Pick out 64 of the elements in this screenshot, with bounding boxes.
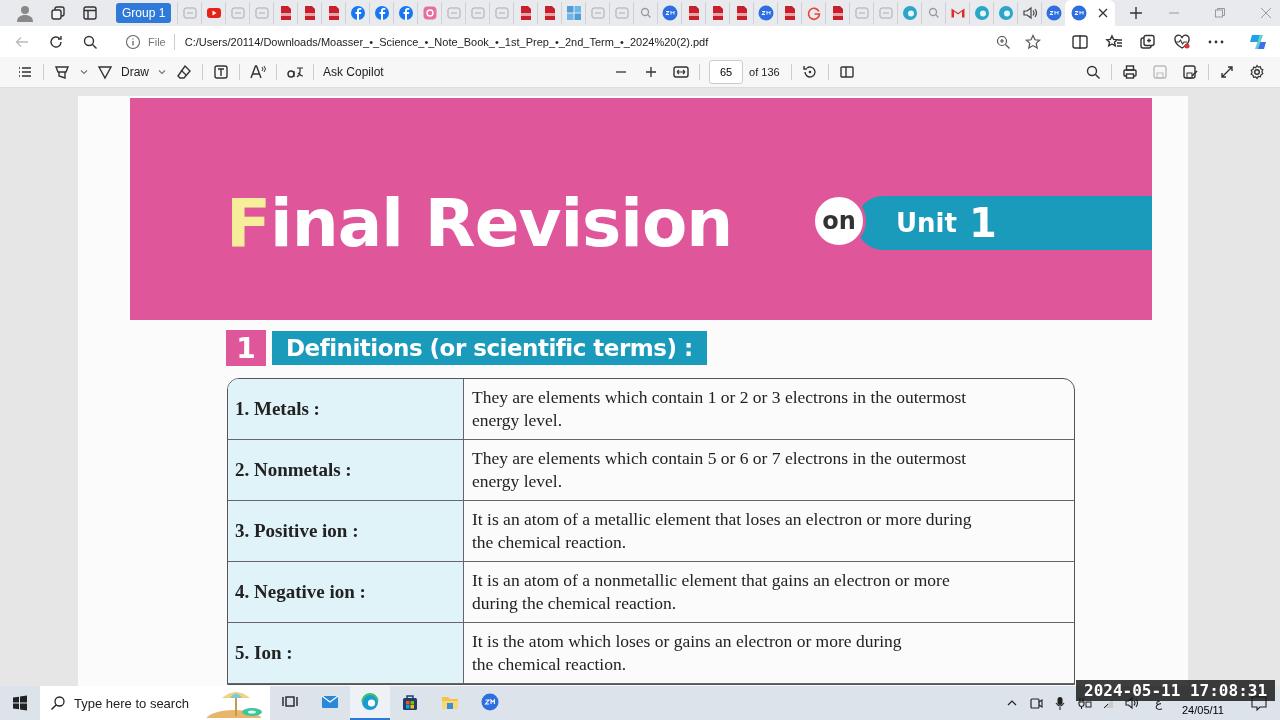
page-icon	[253, 5, 270, 21]
page-total: of 136	[749, 66, 780, 78]
term-cell: 5. Ion :	[228, 623, 464, 683]
term-cell: 3. Positive ion :	[228, 501, 464, 561]
zoom-icon	[661, 5, 678, 21]
url-text: C:/Users/20114/Downloads/Moasser_•_Science_•_Note_Book_•_1st_Prep_•_2nd_Term_•_2024%20(2).pdf	[184, 35, 709, 48]
definition-cell-text: They are elements which contain 5 or 6 or 7 electrons in the outermost energy level.	[471, 447, 968, 493]
page-icon	[853, 5, 870, 21]
banner-title: Final Revision	[226, 184, 733, 262]
profile-icon[interactable]	[16, 4, 34, 22]
on-circle: on	[812, 194, 866, 248]
term-cell: 1. Metals :	[228, 379, 464, 439]
page-icon	[589, 5, 606, 21]
speaker-icon	[1021, 5, 1038, 21]
workspaces-icon[interactable]	[50, 5, 66, 21]
definition-cell-text: It is an atom of a nonmetallic element that gains an electron or more during the chemical reaction.	[471, 569, 951, 615]
shopping-bag-icon	[401, 693, 419, 711]
close-icon[interactable]	[1097, 7, 1110, 19]
edge-icon	[973, 5, 990, 21]
grid-icon	[565, 5, 582, 21]
taskbar-app[interactable]	[350, 686, 390, 720]
section-number: 1	[226, 330, 266, 366]
pen-tip-icon	[97, 64, 113, 80]
page-number-field[interactable]: 65	[709, 60, 744, 84]
play-icon	[205, 5, 222, 21]
definition-cell-text: It is an atom of a metallic element that loses an electron or more during the chemical reaction.	[471, 508, 973, 554]
edge-icon	[997, 5, 1014, 21]
browser-tab[interactable]	[1065, 0, 1116, 26]
timestamp-overlay: 2024-05-11 17:08:31	[1076, 680, 1276, 701]
tab-group-label[interactable]: Group 1	[116, 3, 172, 23]
term-cell: 4. Negative ion :	[228, 562, 464, 622]
unit-label: Unit	[896, 208, 957, 238]
new-tab-icon[interactable]	[1129, 6, 1144, 20]
facebook-icon	[373, 5, 390, 21]
page-icon	[613, 5, 630, 21]
search-field[interactable]: Type here to search	[74, 695, 192, 711]
zoom-icon	[1045, 5, 1062, 21]
clock-date[interactable]: 24/05/11	[1182, 704, 1224, 716]
page-icon	[445, 5, 462, 21]
edge-icon	[901, 5, 918, 21]
section-title: Definitions (or scientific terms) :	[272, 331, 707, 365]
facebook-icon	[397, 5, 414, 21]
zoom-icon	[481, 693, 499, 711]
page-icon	[877, 5, 894, 21]
unit-number: 1	[968, 200, 997, 246]
page-icon	[493, 5, 510, 21]
camera-icon	[421, 5, 438, 21]
tab-actions-icon[interactable]	[82, 5, 98, 21]
edge-icon	[361, 693, 379, 711]
zoom-icon	[757, 5, 774, 21]
facebook-icon	[349, 5, 366, 21]
zoom-icon	[1071, 5, 1088, 21]
scheme-label: File	[148, 35, 166, 48]
definition-cell-text: They are elements which contain 1 or 2 or 3 electrons in the outermost energy level.	[471, 386, 968, 432]
mail-icon	[321, 693, 339, 711]
term-cell: 2. Nonmetals :	[228, 440, 464, 500]
page-icon	[469, 5, 486, 21]
g-icon	[805, 5, 822, 21]
ask-copilot-button[interactable]: Ask Copilot	[317, 61, 390, 83]
page-icon	[229, 5, 246, 21]
draw-button[interactable]: Draw	[91, 60, 155, 84]
definition-cell-text: It is the atom which loses or gains an electron or more during the chemical reaction.	[471, 630, 903, 676]
search-icon	[50, 695, 66, 711]
page-icon	[181, 5, 198, 21]
